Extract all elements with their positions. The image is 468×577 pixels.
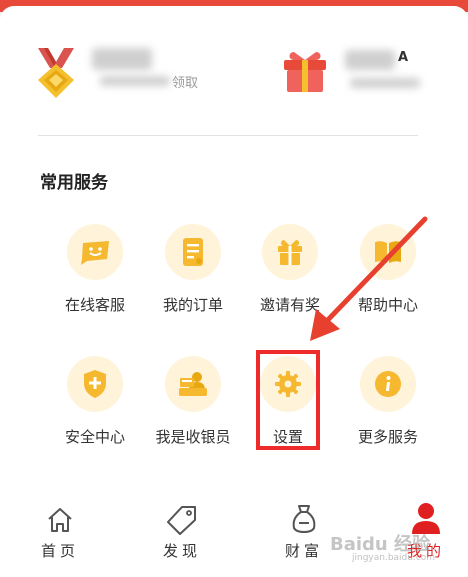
blurred-title-right [345,50,395,70]
shield-plus-icon [67,356,123,412]
blurred-sub-right [350,78,420,88]
reward-gift[interactable] [280,46,330,96]
tag-icon [167,506,196,535]
service-label: 更多服务 [357,428,418,446]
settings-highlight-box [256,350,320,450]
tab-label: 发现 [162,542,201,560]
service-security-center[interactable]: 安全中心 [45,356,145,447]
service-label: 我的订单 [162,296,223,314]
reward-medal[interactable] [30,46,82,100]
reward-right-text: A [398,50,409,65]
reward-left-text: 领取 [172,76,199,91]
service-label: 我是收银员 [155,428,231,446]
chat-icon [67,224,123,280]
cashier-icon [165,356,221,412]
annotation-arrow [310,216,428,341]
divider [38,135,418,136]
service-label: 在线客服 [64,296,125,314]
watermark-sub: jingyan.baidu.com [352,553,436,563]
blurred-title-left [92,48,152,70]
section-title: 常用服务 [40,173,108,193]
service-my-orders[interactable]: 我的订单 [143,224,243,315]
gift-box-icon [284,52,326,92]
order-icon [165,224,221,280]
tab-label: 首页 [40,542,79,560]
service-online-support[interactable]: 在线客服 [45,224,145,315]
money-bag-icon [292,505,316,534]
service-cashier[interactable]: 我是收银员 [143,356,243,447]
info-icon [360,356,416,412]
service-label: 安全中心 [64,428,125,446]
blurred-sub-left [100,76,170,86]
service-more[interactable]: 更多服务 [338,356,438,447]
medal-icon [38,48,74,98]
home-icon [48,508,72,532]
